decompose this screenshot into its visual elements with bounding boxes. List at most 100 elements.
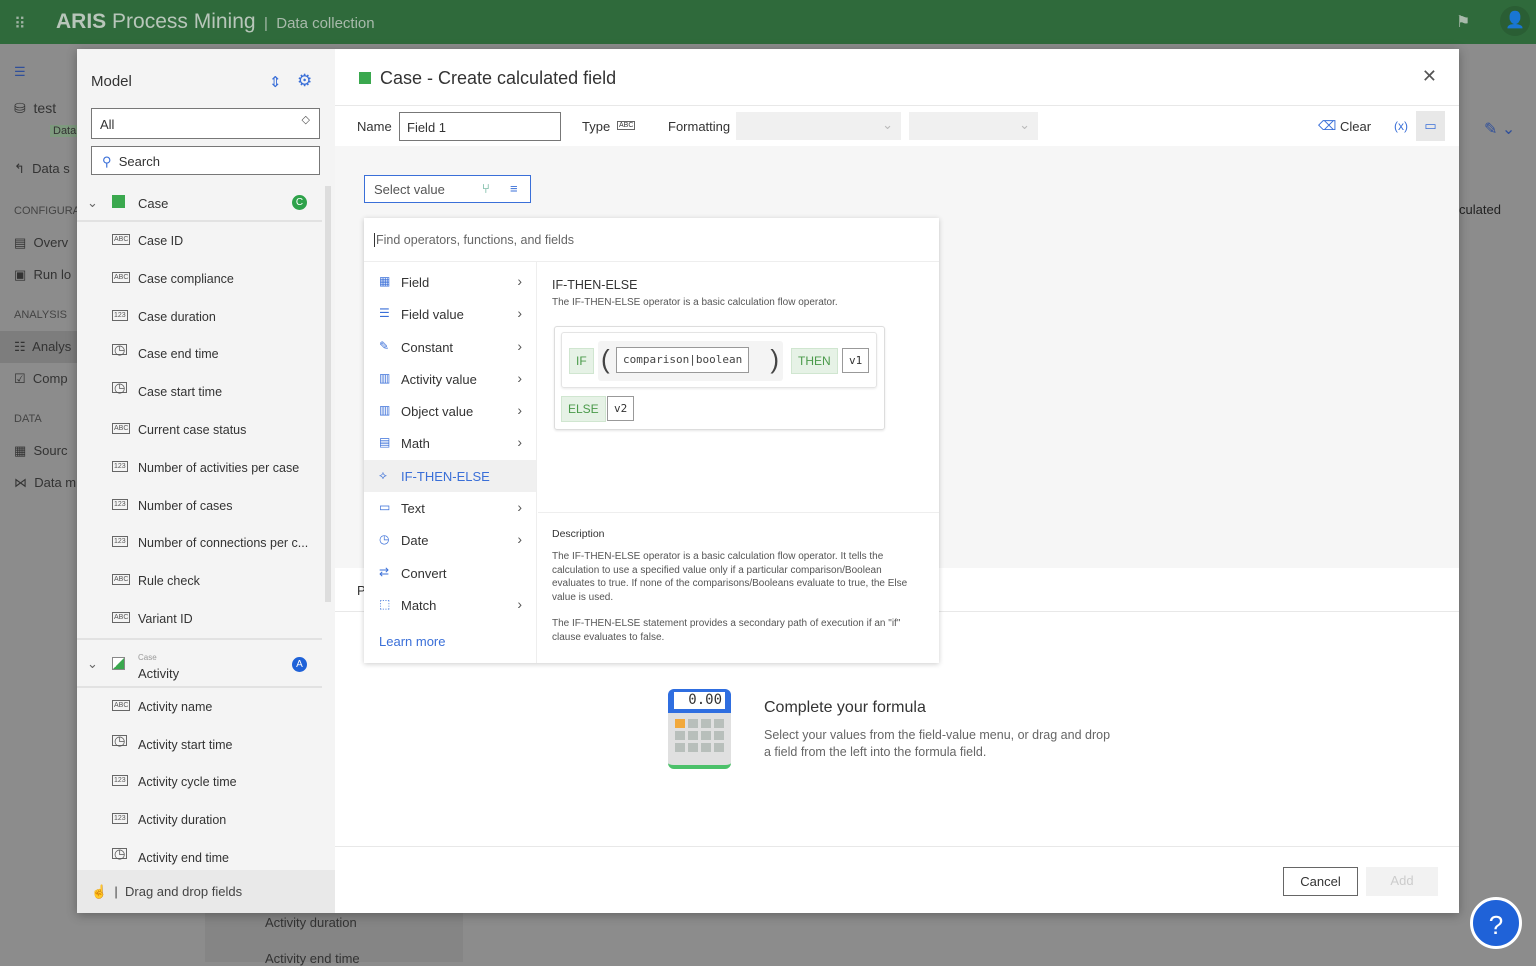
chevron-right-icon: › xyxy=(517,434,522,451)
project-name[interactable]: ⛁ test xyxy=(14,100,56,117)
menu-item-convert[interactable]: ⇄ Convert xyxy=(364,557,536,589)
nav-compliance[interactable]: ☑ Comp xyxy=(14,371,68,387)
text-type-icon: ABC xyxy=(112,234,131,245)
group-badge: A xyxy=(292,656,307,672)
collapse-icon[interactable]: ⇕ xyxy=(269,73,282,91)
grid-icon: ▥ xyxy=(379,370,391,385)
keyword-if: IF xyxy=(569,348,594,374)
field-label: Number of connections per c... xyxy=(138,536,309,551)
menu-item-object-value[interactable]: ▥ Object value › xyxy=(364,395,536,427)
empty-title: Complete your formula xyxy=(764,699,926,716)
text-type-icon: ABC xyxy=(112,574,131,586)
finder-input[interactable]: Find operators, functions, and fields xyxy=(364,218,939,262)
menu-item-field[interactable]: ▦ Field › xyxy=(364,266,536,298)
field-item[interactable]: 123 Case duration xyxy=(77,298,322,336)
model-search-input[interactable]: ⚲ Search xyxy=(91,146,320,175)
name-input[interactable]: Field 1 xyxy=(399,112,561,141)
menu-item-label: Text xyxy=(401,501,425,517)
eraser-icon[interactable]: ⌫ xyxy=(1318,118,1336,134)
nav-overview[interactable]: ▤ Overv xyxy=(14,235,68,251)
menu-item-label: Math xyxy=(401,436,430,452)
menu-item-constant[interactable]: ✎ Constant › xyxy=(364,331,536,363)
chevron-down-icon[interactable]: ⌄ xyxy=(87,195,98,211)
number-type-icon: 123 xyxy=(112,813,128,825)
field-item[interactable]: 123 Number of connections per c... xyxy=(77,524,322,562)
group-case[interactable]: ⌄ Case C xyxy=(77,184,322,222)
project-tag: Data xyxy=(50,125,80,137)
select-value-input[interactable]: Select value ⑂ ≡ xyxy=(364,175,531,203)
field-item[interactable]: ABC Case ID xyxy=(77,222,322,260)
ruler-icon[interactable]: ✎ ⌄ xyxy=(1484,119,1515,139)
field-label: Case ID xyxy=(138,234,184,248)
number-type-icon: 123 xyxy=(112,775,128,787)
chevron-down-icon[interactable]: ⌄ xyxy=(87,656,98,672)
model-title: Model xyxy=(91,73,132,90)
menu-item-date[interactable]: ◷ Date › xyxy=(364,524,536,556)
field-item[interactable]: 123 Number of activities per case xyxy=(77,449,322,487)
variables-button[interactable]: (x) xyxy=(1394,119,1408,133)
menu-item-match[interactable]: ⬚ Match › xyxy=(364,589,536,621)
close-icon[interactable]: ✕ xyxy=(1422,66,1437,87)
section-config: CONFIGURA xyxy=(14,205,80,217)
branch-icon[interactable]: ⑂ xyxy=(482,181,490,196)
panel-toggle-icon[interactable]: ▭ xyxy=(1416,111,1445,141)
nav-source[interactable]: ▦ Sourc xyxy=(14,443,67,459)
field-item[interactable]: ABC Case compliance xyxy=(77,260,322,298)
operator-menu: ▦ Field › ☰ Field value › ✎ Constant › ▥ Activity … xyxy=(364,262,537,663)
cancel-button[interactable]: Cancel xyxy=(1283,867,1358,896)
field-item[interactable]: 123 Activity cycle time xyxy=(77,763,322,801)
field-item[interactable]: ABC Current case status xyxy=(77,411,322,449)
calculator-icon: ▤ xyxy=(379,435,391,450)
menu-item-if-then-else[interactable]: ⟡ IF-THEN-ELSE xyxy=(364,459,536,493)
field-item[interactable]: ◷ Activity start time xyxy=(77,726,322,764)
menu-item-label: Match xyxy=(401,597,437,613)
add-button[interactable]: Add xyxy=(1366,867,1438,896)
user-avatar-icon[interactable]: 👤 xyxy=(1500,6,1530,36)
group-activity[interactable]: ⌄ Case Activity A xyxy=(77,637,322,688)
group-parent: Case xyxy=(138,652,157,662)
nav-datamodel[interactable]: ⋈ Data m xyxy=(14,475,76,491)
field-label: Case duration xyxy=(138,309,216,324)
menu-item-field-value[interactable]: ☰ Field value › xyxy=(364,298,536,330)
chevron-right-icon: › xyxy=(517,369,522,386)
field-item[interactable]: ◷ Case end time xyxy=(77,335,322,373)
abc-icon: ABC xyxy=(617,121,636,130)
model-filter-select[interactable]: All ◇ xyxy=(91,108,320,139)
help-icon[interactable]: ? xyxy=(1470,897,1522,949)
keyword-else: ELSE xyxy=(561,396,606,422)
flow-icon: ⟡ xyxy=(379,467,387,482)
menu-item-text[interactable]: ▭ Text › xyxy=(364,492,536,524)
field-item[interactable]: ABC Rule check xyxy=(77,562,322,600)
field-item[interactable]: ◷ Case start time xyxy=(77,373,322,411)
calendar-clock-icon: ◷ xyxy=(112,380,128,396)
formatting-select-1[interactable]: ⌄ xyxy=(736,112,901,140)
field-item[interactable]: 123 Number of cases xyxy=(77,487,322,525)
empty-text: Select your values from the field-value … xyxy=(764,728,1111,759)
field-item[interactable]: ABC Variant ID xyxy=(77,600,322,638)
value-1-placeholder: v1 xyxy=(842,348,870,373)
field-label: Activity duration xyxy=(138,813,227,828)
menu-item-activity-value[interactable]: ▥ Activity value › xyxy=(364,363,536,395)
scrollbar[interactable] xyxy=(325,186,331,602)
table-icon xyxy=(112,656,125,670)
formatting-select-2[interactable]: ⌄ xyxy=(909,112,1038,140)
bookmark-icon[interactable]: ⚑ xyxy=(1456,12,1470,32)
list-add-icon[interactable]: ≡ xyxy=(510,181,518,196)
top-bar: ⠿ ARIS Process Mining | Data collection … xyxy=(0,0,1536,44)
nav-run[interactable]: ▣ Run lo xyxy=(14,267,71,283)
menu-item-math[interactable]: ▤ Math › xyxy=(364,427,536,459)
field-item[interactable]: ABC Activity name xyxy=(77,688,322,726)
app-launcher-icon[interactable]: ⠿ xyxy=(14,14,26,34)
group-badge: C xyxy=(292,195,307,210)
nav-analysis[interactable]: ☷ Analys xyxy=(0,331,77,363)
calendar-clock-icon: ◷ xyxy=(112,732,128,748)
menu-icon[interactable]: ☰ xyxy=(14,64,26,80)
clear-button[interactable]: Clear xyxy=(1340,119,1371,134)
learn-more-link[interactable]: Learn more xyxy=(379,634,445,649)
field-item[interactable]: 123 Activity duration xyxy=(77,801,322,839)
nav-back[interactable]: ↰ Data s xyxy=(14,161,70,177)
pen-icon: ✎ xyxy=(379,338,390,353)
chevron-right-icon: › xyxy=(517,595,522,612)
text-type-icon: ABC xyxy=(112,422,131,434)
gear-icon[interactable]: ⚙ xyxy=(297,71,312,91)
